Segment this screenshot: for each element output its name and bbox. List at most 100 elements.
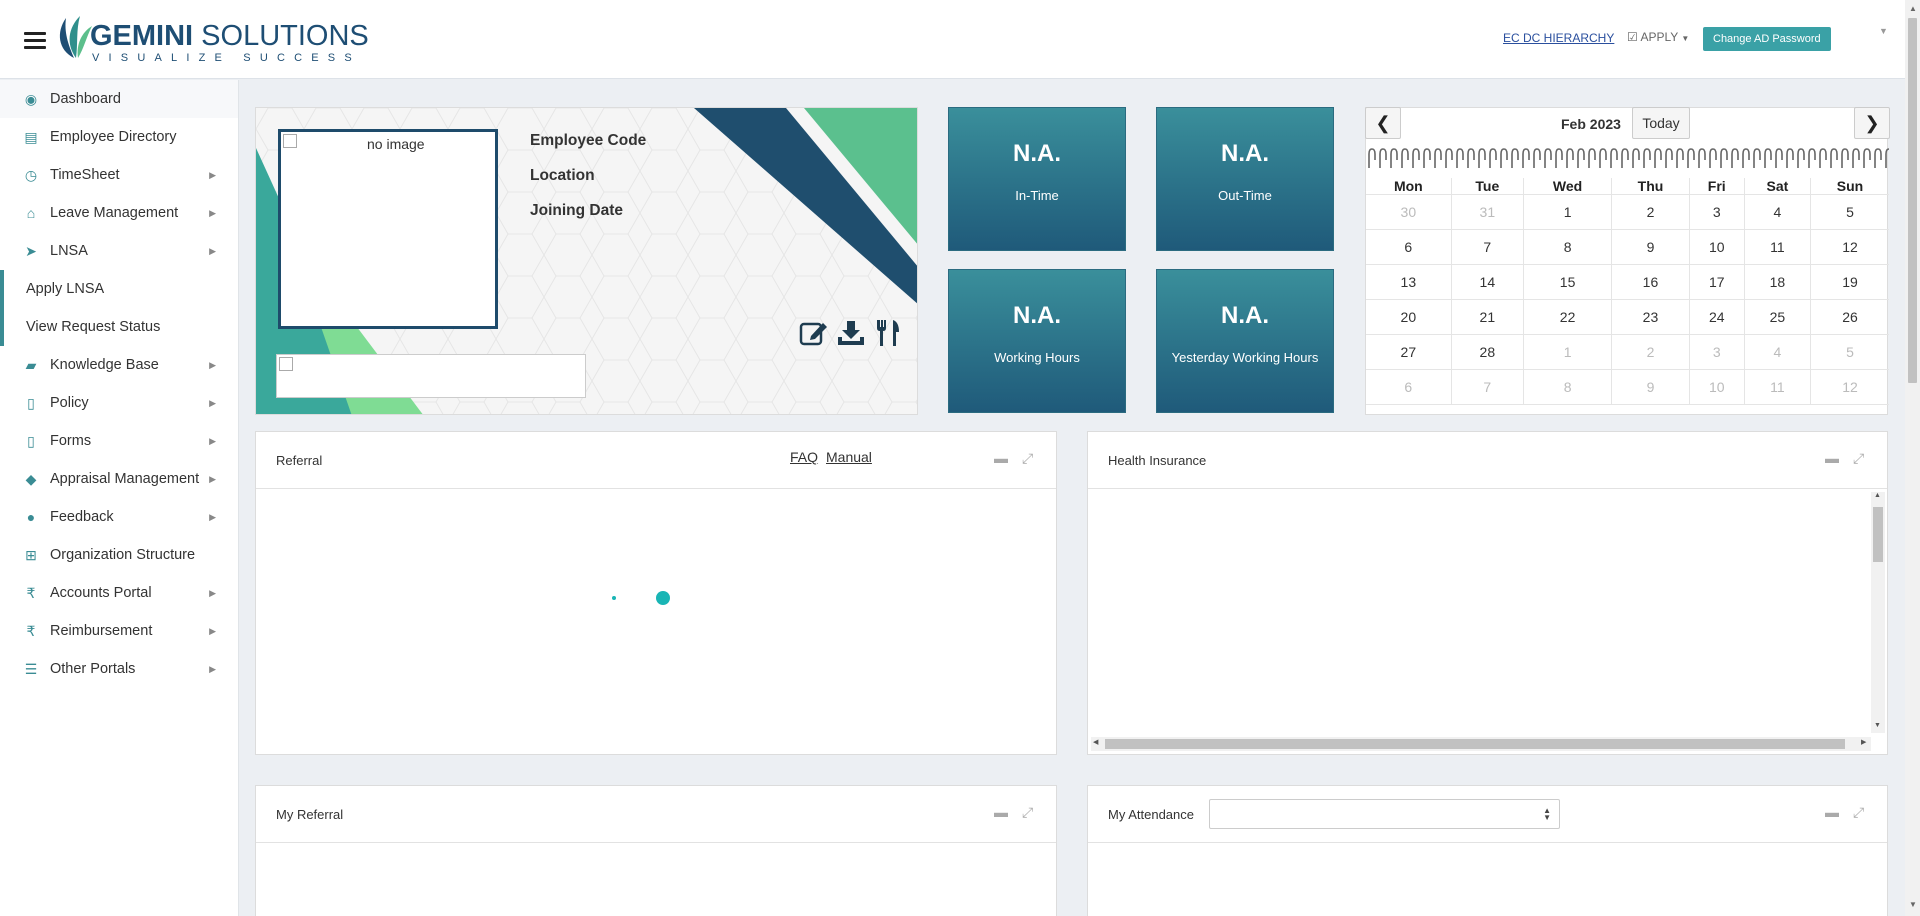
calendar-next-button[interactable]: ❯ <box>1854 107 1890 139</box>
sidebar-item-forms[interactable]: ▯ Forms ▶ <box>0 422 238 460</box>
sidebar-item-knowledge-base[interactable]: ▰ Knowledge Base ▶ <box>0 346 238 384</box>
calendar-day-cell[interactable]: 23 <box>1611 299 1690 335</box>
scroll-down-arrow-icon[interactable]: ▼ <box>1909 900 1917 909</box>
calendar-day-cell[interactable]: 6 <box>1366 369 1452 405</box>
calendar-day-cell[interactable]: 5 <box>1810 194 1889 230</box>
rupee-icon: ₹ <box>26 622 36 639</box>
expand-icon[interactable]: ⤢ <box>1022 804 1033 821</box>
sidebar-item-timesheet[interactable]: ◷ TimeSheet ▶ <box>0 156 238 194</box>
calendar-day-cell[interactable]: 5 <box>1810 334 1889 370</box>
calendar-day-cell[interactable]: 27 <box>1366 334 1452 370</box>
cutlery-icon[interactable] <box>872 316 904 350</box>
download-icon[interactable] <box>835 316 867 350</box>
hamburger-menu-icon[interactable] <box>24 32 46 50</box>
calendar-day-cell[interactable]: 19 <box>1810 264 1889 300</box>
calendar-day-cell[interactable]: 15 <box>1522 264 1613 300</box>
calendar-day-cell[interactable]: 22 <box>1522 299 1613 335</box>
calendar-day-cell[interactable]: 24 <box>1688 299 1745 335</box>
calendar-day-cell[interactable]: 3 <box>1688 194 1745 230</box>
calendar-today-button[interactable]: Today <box>1632 107 1690 139</box>
sidebar-item-reimbursement[interactable]: ₹ Reimbursement ▶ <box>0 612 238 650</box>
calendar-day-cell[interactable]: 9 <box>1611 229 1690 265</box>
minimize-icon[interactable]: ▬ <box>994 804 1008 820</box>
logo-leaf-icon <box>59 16 92 58</box>
chevron-right-icon: ▶ <box>209 625 216 636</box>
sidebar-item-label: Forms <box>50 433 92 449</box>
minimize-icon[interactable]: ▬ <box>994 450 1008 466</box>
calendar-day-cell[interactable]: 18 <box>1743 264 1812 300</box>
expand-icon[interactable]: ⤢ <box>1022 450 1033 467</box>
calendar-day-cell[interactable]: 10 <box>1688 229 1745 265</box>
calendar-grid: Mon Tue Wed Thu Fri Sat Sun 30 31 1 2 3 4 5 6 7 8 9 10 11 1… <box>1366 178 1889 405</box>
health-horizontal-scrollbar[interactable]: ◀ ▶ <box>1091 737 1871 751</box>
calendar-day-cell[interactable]: 13 <box>1366 264 1452 300</box>
sidebar-item-feedback[interactable]: ● Feedback ▶ <box>0 498 238 536</box>
page-scrollbar[interactable]: ▲ ▼ <box>1905 0 1920 916</box>
calendar-day-cell[interactable]: 4 <box>1743 334 1812 370</box>
calendar-day-cell[interactable]: 21 <box>1450 299 1524 335</box>
scrollbar-thumb[interactable] <box>1908 18 1917 383</box>
calendar-day-cell[interactable]: 30 <box>1366 194 1452 230</box>
health-vertical-scrollbar[interactable]: ▲ ▼ <box>1871 492 1885 733</box>
scroll-up-arrow-icon[interactable]: ▲ <box>1909 4 1917 13</box>
sidebar-item-label: LNSA <box>50 243 88 259</box>
calendar-day-cell[interactable]: 10 <box>1688 369 1745 405</box>
calendar-day-cell[interactable]: 17 <box>1688 264 1745 300</box>
calendar-day-cell[interactable]: 9 <box>1611 369 1690 405</box>
calendar-day-cell[interactable]: 26 <box>1810 299 1889 335</box>
edit-icon[interactable] <box>798 316 830 350</box>
attendance-select[interactable]: ▲ ▼ <box>1209 799 1560 829</box>
calendar-day-cell[interactable]: 25 <box>1743 299 1812 335</box>
home-icon: ⌂ <box>26 205 36 221</box>
calendar-day-cell[interactable]: 7 <box>1450 229 1524 265</box>
sidebar-item-label: Leave Management <box>50 205 179 221</box>
company-logo[interactable]: GEMINI SOLUTIONS VISUALIZE SUCCESS <box>54 14 384 64</box>
user-menu-caret-icon[interactable]: ▼ <box>1879 26 1888 36</box>
sidebar-item-organization-structure[interactable]: ⊞ Organization Structure <box>0 536 238 574</box>
manual-link[interactable]: Manual <box>826 449 872 465</box>
calendar-prev-button[interactable]: ❮ <box>1365 107 1401 139</box>
calendar-day-cell[interactable]: 20 <box>1366 299 1452 335</box>
sidebar-item-leave-management[interactable]: ⌂ Leave Management ▶ <box>0 194 238 232</box>
calendar-day-cell[interactable]: 6 <box>1366 229 1452 265</box>
sidebar-subitem-view-request-status[interactable]: View Request Status <box>0 308 238 346</box>
calendar-day-cell[interactable]: 16 <box>1611 264 1690 300</box>
calendar-day-cell[interactable]: 11 <box>1743 229 1812 265</box>
calendar-day-cell[interactable]: 28 <box>1450 334 1524 370</box>
calendar-day-cell[interactable]: 8 <box>1522 229 1613 265</box>
calendar-day-cell[interactable]: 14 <box>1450 264 1524 300</box>
sidebar-item-accounts-portal[interactable]: ₹ Accounts Portal ▶ <box>0 574 238 612</box>
weekday-header: Tue <box>1451 178 1524 195</box>
minimize-icon[interactable]: ▬ <box>1825 804 1839 820</box>
change-ad-password-button[interactable]: Change AD Password <box>1703 27 1831 51</box>
expand-icon[interactable]: ⤢ <box>1853 450 1864 467</box>
calendar-day-cell[interactable]: 12 <box>1810 229 1889 265</box>
sidebar-item-dashboard[interactable]: ◉ Dashboard <box>0 80 238 118</box>
sidebar-item-other-portals[interactable]: ☰ Other Portals ▶ <box>0 650 238 688</box>
sidebar-item-policy[interactable]: ▯ Policy ▶ <box>0 384 238 422</box>
calendar-widget: ❮ Feb 2023 Today ❯ Mon Tue Wed Thu Fri Sat Sun… <box>1365 107 1890 415</box>
sidebar-item-employee-directory[interactable]: ▤ Employee Directory <box>0 118 238 156</box>
calendar-day-cell[interactable]: 12 <box>1810 369 1889 405</box>
sidebar-item-label: TimeSheet <box>50 167 120 183</box>
sidebar-item-lnsa[interactable]: ➤ LNSA ▶ <box>0 232 238 270</box>
faq-link[interactable]: FAQ <box>790 449 818 465</box>
calendar-day-cell[interactable]: 4 <box>1743 194 1812 230</box>
sidebar-subitem-apply-lnsa[interactable]: Apply LNSA <box>0 270 238 308</box>
apply-dropdown[interactable]: ☑ APPLY ▼ <box>1627 30 1689 44</box>
ec-dc-hierarchy-link[interactable]: EC DC HIERARCHY <box>1503 31 1614 45</box>
calendar-day-cell[interactable]: 7 <box>1450 369 1524 405</box>
expand-icon[interactable]: ⤢ <box>1853 804 1864 821</box>
tile-value: N.A. <box>1013 140 1061 167</box>
calendar-month-title: Feb 2023 <box>1561 116 1621 132</box>
calendar-day-cell[interactable]: 2 <box>1611 194 1690 230</box>
calendar-day-cell[interactable]: 1 <box>1522 334 1613 370</box>
sidebar-item-appraisal-management[interactable]: ◆ Appraisal Management ▶ <box>0 460 238 498</box>
calendar-day-cell[interactable]: 1 <box>1522 194 1613 230</box>
minimize-icon[interactable]: ▬ <box>1825 450 1839 466</box>
calendar-day-cell[interactable]: 31 <box>1450 194 1524 230</box>
calendar-day-cell[interactable]: 8 <box>1522 369 1613 405</box>
calendar-day-cell[interactable]: 2 <box>1611 334 1690 370</box>
calendar-day-cell[interactable]: 11 <box>1743 369 1812 405</box>
calendar-day-cell[interactable]: 3 <box>1688 334 1745 370</box>
